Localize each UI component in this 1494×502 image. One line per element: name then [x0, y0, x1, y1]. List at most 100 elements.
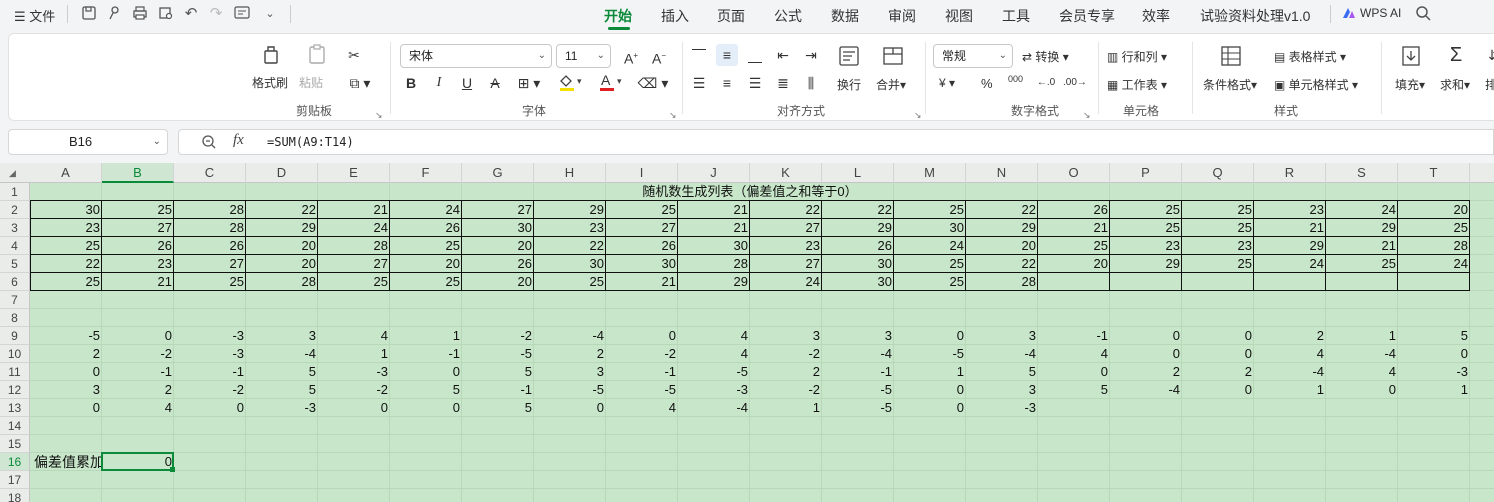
cell-m2[interactable]: 25 — [894, 201, 966, 219]
cell-o12[interactable]: 5 — [1038, 381, 1110, 399]
cell-e13[interactable]: 0 — [318, 399, 390, 417]
column-header-o[interactable]: O — [1038, 163, 1110, 183]
fill-color-icon[interactable]: ▾ — [554, 72, 588, 94]
cell-j11[interactable]: -5 — [678, 363, 750, 381]
row-header-16[interactable]: 16 — [0, 453, 30, 471]
font-name-select[interactable]: 宋体 ⌄ — [400, 44, 552, 68]
cell-o3[interactable]: 21 — [1038, 219, 1110, 237]
cell-e6[interactable]: 25 — [318, 273, 390, 291]
cell-c9[interactable]: -3 — [174, 327, 246, 345]
cell-l10[interactable]: -4 — [822, 345, 894, 363]
cell-p12[interactable]: -4 — [1110, 381, 1182, 399]
cell-h12[interactable]: -5 — [534, 381, 606, 399]
column-header-p[interactable]: P — [1110, 163, 1182, 183]
cell-c6[interactable]: 25 — [174, 273, 246, 291]
increase-indent-icon[interactable]: ⇥ — [800, 44, 822, 66]
wrap-text-button[interactable]: 换行 — [837, 76, 861, 93]
cell-o10[interactable]: 4 — [1038, 345, 1110, 363]
cell-s6[interactable] — [1326, 273, 1398, 291]
number-dialog-launcher-icon[interactable]: ↘ — [1083, 110, 1091, 121]
cell-o9[interactable]: -1 — [1038, 327, 1110, 345]
column-header-q[interactable]: Q — [1182, 163, 1254, 183]
cell-i4[interactable]: 26 — [606, 237, 678, 255]
cell-r4[interactable]: 29 — [1254, 237, 1326, 255]
cell-d6[interactable]: 28 — [246, 273, 318, 291]
cell-o4[interactable]: 25 — [1038, 237, 1110, 255]
cell-e4[interactable]: 28 — [318, 237, 390, 255]
cell-q9[interactable]: 0 — [1182, 327, 1254, 345]
sort-filter-icon[interactable]: ⇵ — [1483, 44, 1494, 66]
cell-j4[interactable]: 30 — [678, 237, 750, 255]
cell-d3[interactable]: 29 — [246, 219, 318, 237]
cell-l13[interactable]: -5 — [822, 399, 894, 417]
sum-button[interactable]: 求和▾ — [1440, 76, 1470, 93]
cell-r11[interactable]: -4 — [1254, 363, 1326, 381]
cell-e10[interactable]: 1 — [318, 345, 390, 363]
cell-l2[interactable]: 22 — [822, 201, 894, 219]
cell-q13[interactable] — [1182, 399, 1254, 417]
row-header-13[interactable]: 13 — [0, 399, 30, 417]
align-right-icon[interactable]: ☰ — [744, 72, 766, 94]
cell-i12[interactable]: -5 — [606, 381, 678, 399]
cell-s2[interactable]: 24 — [1326, 201, 1398, 219]
cell-j12[interactable]: -3 — [678, 381, 750, 399]
quick-access-custom-icon[interactable] — [234, 5, 252, 23]
share-icon[interactable] — [105, 5, 123, 23]
column-header-s[interactable]: S — [1326, 163, 1398, 183]
cell-k2[interactable]: 22 — [750, 201, 822, 219]
cell-j3[interactable]: 21 — [678, 219, 750, 237]
tab-member[interactable]: 会员专享 — [1059, 6, 1115, 26]
cell-m10[interactable]: -5 — [894, 345, 966, 363]
cell-d10[interactable]: -4 — [246, 345, 318, 363]
column-header-e[interactable]: E — [318, 163, 390, 183]
cell-n13[interactable]: -3 — [966, 399, 1038, 417]
active-cell-outline[interactable] — [101, 452, 174, 471]
column-header-t[interactable]: T — [1398, 163, 1470, 183]
tab-data[interactable]: 数据 — [831, 6, 859, 26]
paste-icon[interactable] — [305, 42, 333, 68]
print-preview-icon[interactable] — [157, 5, 175, 23]
tab-insert[interactable]: 插入 — [661, 6, 689, 26]
cell-t13[interactable] — [1398, 399, 1470, 417]
cell-d9[interactable]: 3 — [246, 327, 318, 345]
cell-l3[interactable]: 29 — [822, 219, 894, 237]
spreadsheet-grid[interactable]: ◢ ABCDEFGHIJKLMNOPQRST 随机数生成列表（偏差值之和等于0）… — [0, 163, 1494, 502]
cell-h6[interactable]: 25 — [534, 273, 606, 291]
column-header-r[interactable]: R — [1254, 163, 1326, 183]
cell-d5[interactable]: 20 — [246, 255, 318, 273]
cell-f3[interactable]: 26 — [390, 219, 462, 237]
column-header-a[interactable]: A — [30, 163, 102, 183]
decrease-indent-icon[interactable]: ⇤ — [772, 44, 794, 66]
cell-g13[interactable]: 5 — [462, 399, 534, 417]
rows-columns-button[interactable]: ▥ 行和列 ▾ — [1107, 48, 1167, 65]
save-icon[interactable] — [80, 5, 98, 23]
row-header-6[interactable]: 6 — [0, 273, 30, 291]
cell-g4[interactable]: 20 — [462, 237, 534, 255]
cell-s10[interactable]: -4 — [1326, 345, 1398, 363]
cell-a11[interactable]: 0 — [30, 363, 102, 381]
cell-f12[interactable]: 5 — [390, 381, 462, 399]
cell-k11[interactable]: 2 — [750, 363, 822, 381]
column-header-h[interactable]: H — [534, 163, 606, 183]
cell-b9[interactable]: 0 — [102, 327, 174, 345]
cell-b11[interactable]: -1 — [102, 363, 174, 381]
cell-p13[interactable] — [1110, 399, 1182, 417]
cell-m6[interactable]: 25 — [894, 273, 966, 291]
decrease-decimal-icon[interactable]: .00→ — [1063, 72, 1087, 94]
tab-home[interactable]: 开始 — [604, 6, 632, 26]
cell-m3[interactable]: 30 — [894, 219, 966, 237]
cell-a6[interactable]: 25 — [30, 273, 102, 291]
cell-q3[interactable]: 25 — [1182, 219, 1254, 237]
cell-j6[interactable]: 29 — [678, 273, 750, 291]
cell-t9[interactable]: 5 — [1398, 327, 1470, 345]
undo-icon[interactable]: ↶ — [182, 5, 200, 23]
cell-d13[interactable]: -3 — [246, 399, 318, 417]
increase-decimal-icon[interactable]: ←.0 — [1035, 72, 1057, 94]
wps-ai-icon[interactable] — [1340, 5, 1358, 23]
cell-r12[interactable]: 1 — [1254, 381, 1326, 399]
cell-p2[interactable]: 25 — [1110, 201, 1182, 219]
align-center-icon[interactable]: ≡ — [716, 72, 738, 94]
cell-j5[interactable]: 28 — [678, 255, 750, 273]
row-header-9[interactable]: 9 — [0, 327, 30, 345]
cell-o2[interactable]: 26 — [1038, 201, 1110, 219]
